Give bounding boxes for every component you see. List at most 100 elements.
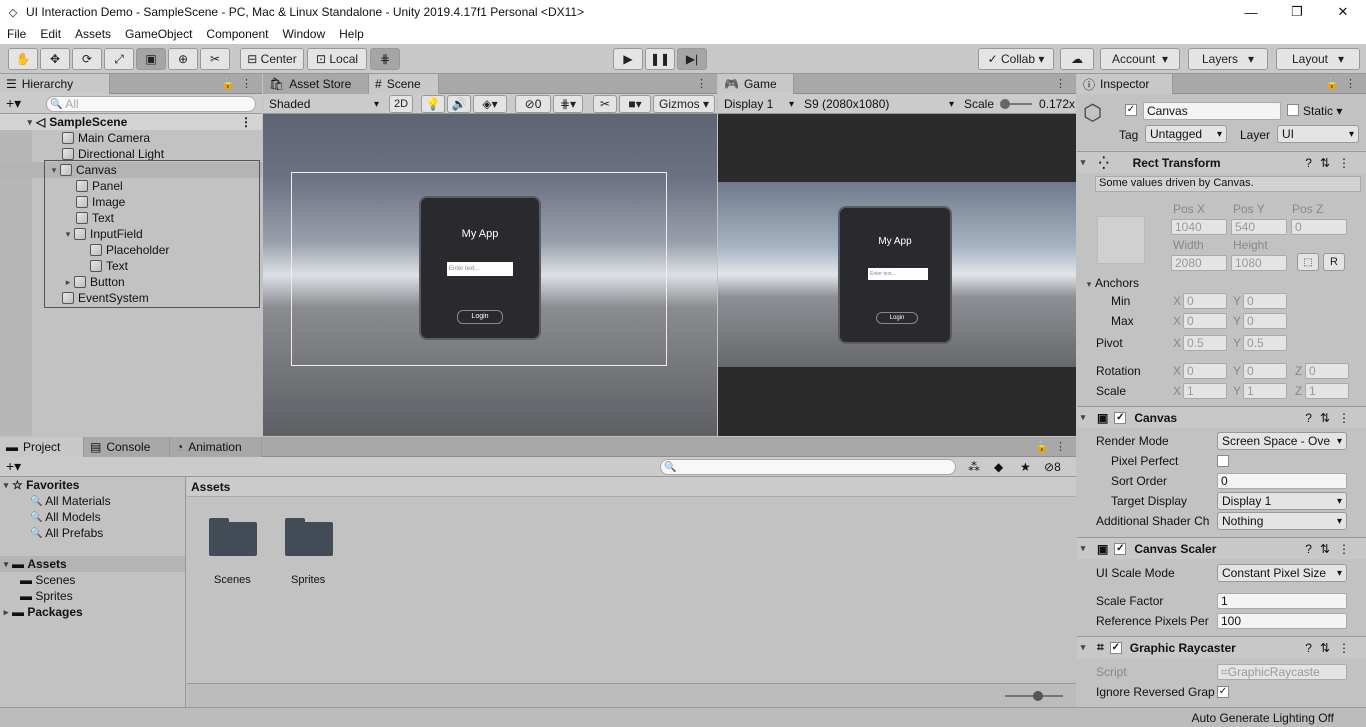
app-input-field[interactable]: Enter text... [447, 262, 513, 276]
component-menu-icon[interactable]: ?⇅⋮ [1305, 156, 1358, 170]
hidden-packages-icon[interactable]: ⊘8 [1044, 460, 1061, 474]
project-search-input[interactable]: 🔍 [660, 459, 956, 475]
folder-icon[interactable] [209, 516, 257, 556]
tab-inspector[interactable]: ⓘ Inspector [1077, 74, 1173, 94]
raw-edit-button[interactable]: R [1323, 253, 1345, 271]
layers-dropdown[interactable]: Layers ▾ [1188, 48, 1268, 70]
grid-snap-icon[interactable]: ⋕▾ [553, 95, 583, 113]
pivot-x[interactable]: 0.5 [1183, 335, 1227, 351]
panel-menu-icon[interactable]: ⋮ [696, 77, 713, 90]
canvas-scaler-header[interactable]: ▾ ▣ ✓ Canvas Scaler ?⇅⋮ [1077, 537, 1366, 559]
layout-dropdown[interactable]: Layout ▾ [1276, 48, 1360, 70]
rotation-z[interactable]: 0 [1305, 363, 1349, 379]
canvas-scaler-enabled-checkbox[interactable]: ✓ [1114, 542, 1127, 555]
shading-mode-dropdown[interactable]: Shaded [265, 95, 383, 113]
scene-root[interactable]: ▾ ◁ SampleScene ⋮ [0, 114, 262, 130]
cloud-icon[interactable]: ☁ [1060, 48, 1094, 70]
favorite-item[interactable]: 🔍 All Models [0, 509, 185, 525]
rect-transform-header[interactable]: ▾ ⁛ Rect Transform ?⇅⋮ [1077, 151, 1366, 173]
app-login-button[interactable]: Login [457, 310, 503, 324]
canvas-enabled-checkbox[interactable]: ✓ [1114, 411, 1127, 424]
hand-tool-icon[interactable]: ✋ [8, 48, 38, 70]
pivot-y[interactable]: 0.5 [1243, 335, 1287, 351]
hidden-objects-icon[interactable]: ⊘ 0 [515, 95, 551, 113]
height-field[interactable]: 1080 [1231, 255, 1287, 271]
panel-menu-icon[interactable]: 🔒⋮ [221, 77, 258, 90]
tab-project[interactable]: ▬ Project [0, 437, 84, 457]
favorites-header[interactable]: ▾ ☆ Favorites [0, 477, 185, 493]
graphic-raycaster-header[interactable]: ▾ ⌗ ✓ Graphic Raycaster ?⇅⋮ [1077, 636, 1366, 658]
create-asset-icon[interactable]: +▾ [6, 458, 21, 475]
create-icon[interactable]: +▾ [6, 95, 21, 112]
rotate-tool-icon[interactable]: ⟳ [72, 48, 102, 70]
menu-gameobject[interactable]: GameObject [118, 27, 199, 41]
ignore-reversed-checkbox[interactable]: ✓ [1217, 686, 1229, 698]
script-field[interactable]: ⌗ GraphicRaycaste [1217, 664, 1347, 680]
shader-channels-dropdown[interactable]: Nothing [1217, 512, 1347, 530]
static-checkbox[interactable] [1287, 104, 1299, 116]
account-dropdown[interactable]: Account ▾ [1100, 48, 1180, 70]
pivot-local-button[interactable]: ⊡ Local [307, 48, 367, 70]
pause-icon[interactable]: ❚❚ [645, 48, 675, 70]
breadcrumb-item[interactable]: Assets [191, 480, 230, 494]
tools-icon[interactable]: ✂ [593, 95, 617, 113]
close-button[interactable]: ✕ [1320, 0, 1366, 24]
render-mode-dropdown[interactable]: Screen Space - Ove [1217, 432, 1347, 450]
move-tool-icon[interactable]: ✥ [40, 48, 70, 70]
asset-folder-item[interactable]: ▬ Scenes [0, 572, 185, 588]
tab-game[interactable]: 🎮 Game [718, 74, 794, 94]
effects-icon[interactable]: ◈▾ [473, 95, 507, 113]
menu-window[interactable]: Window [275, 27, 332, 41]
anchors-label[interactable]: ▾ Anchors [1083, 276, 1139, 290]
favorite-item[interactable]: 🔍 All Prefabs [0, 525, 185, 541]
menu-component[interactable]: Component [199, 27, 275, 41]
tab-animation[interactable]: ◔ Animation [170, 437, 262, 457]
gizmos-dropdown[interactable]: Gizmos ▾ [653, 95, 715, 113]
scale-slider[interactable] [1000, 99, 1032, 109]
tab-console[interactable]: ▤ Console [84, 437, 170, 457]
reference-pixels-field[interactable]: 100 [1217, 613, 1347, 629]
pivot-center-button[interactable]: ⊟ Center [240, 48, 304, 70]
sort-order-field[interactable]: 0 [1217, 473, 1347, 489]
scale-factor-field[interactable]: 1 [1217, 593, 1347, 609]
anchor-max-y[interactable]: 0 [1243, 313, 1287, 329]
packages-item[interactable]: ▸ ▬ Packages [0, 604, 185, 620]
favorite-star-icon[interactable]: ★ [1020, 460, 1031, 474]
menu-help[interactable]: Help [332, 27, 371, 41]
step-icon[interactable]: ▶| [677, 48, 707, 70]
width-field[interactable]: 2080 [1171, 255, 1227, 271]
tab-scene[interactable]: # Scene [369, 74, 439, 94]
transform-tool-icon[interactable]: ⊕ [168, 48, 198, 70]
component-menu-icon[interactable]: ?⇅⋮ [1305, 641, 1358, 655]
target-display-dropdown[interactable]: Display 1 [1217, 492, 1347, 510]
layer-dropdown[interactable]: UI [1277, 125, 1359, 143]
game-login-button[interactable]: Login [876, 312, 918, 324]
display-dropdown[interactable]: Display 1 [720, 95, 798, 113]
active-checkbox[interactable]: ✓ [1125, 104, 1137, 116]
camera-icon[interactable]: ■▾ [619, 95, 651, 113]
audio-icon[interactable]: 🔊 [447, 95, 471, 113]
game-input-field[interactable]: Enter text... [868, 268, 928, 280]
hierarchy-item[interactable]: Main Camera [0, 130, 262, 146]
2d-toggle[interactable]: 2D [389, 95, 413, 113]
favorite-item[interactable]: 🔍 All Materials [0, 493, 185, 509]
posx-field[interactable]: 1040 [1171, 219, 1227, 235]
tab-asset-store[interactable]: 🛍 Asset Store [263, 74, 369, 94]
raycaster-enabled-checkbox[interactable]: ✓ [1109, 641, 1122, 654]
menu-file[interactable]: File [0, 27, 33, 41]
rect-tool-icon[interactable]: ▣ [136, 48, 166, 70]
icon-size-slider[interactable] [1005, 691, 1063, 701]
anchor-min-y[interactable]: 0 [1243, 293, 1287, 309]
rotation-y[interactable]: 0 [1243, 363, 1287, 379]
posz-field[interactable]: 0 [1291, 219, 1347, 235]
panel-menu-icon[interactable]: 🔒⋮ [1035, 440, 1072, 453]
panel-menu-icon[interactable]: ⋮ [1055, 77, 1072, 90]
pixel-perfect-checkbox[interactable] [1217, 455, 1229, 467]
collab-button[interactable]: ✓ Collab ▾ [978, 48, 1054, 70]
ui-scale-mode-dropdown[interactable]: Constant Pixel Size [1217, 564, 1347, 582]
anchor-min-x[interactable]: 0 [1183, 293, 1227, 309]
tab-hierarchy[interactable]: ☰ Hierarchy [0, 74, 110, 94]
gameobject-icon[interactable]: ⬡ [1083, 100, 1109, 126]
menu-assets[interactable]: Assets [68, 27, 118, 41]
scale-x[interactable]: 1 [1183, 383, 1227, 399]
